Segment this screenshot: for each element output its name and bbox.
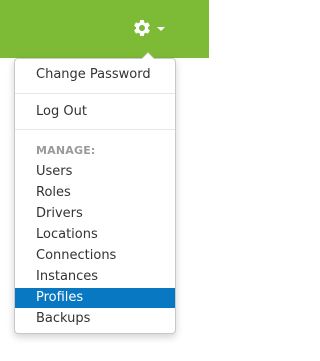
- menu-item-drivers[interactable]: Drivers: [15, 204, 175, 224]
- menu-item-log-out[interactable]: Log Out: [15, 102, 175, 122]
- manage-section-heading: MANAGE:: [36, 144, 96, 157]
- menu-divider: [15, 93, 175, 94]
- menu-item-users[interactable]: Users: [15, 162, 175, 182]
- menu-item-connections[interactable]: Connections: [15, 246, 175, 266]
- settings-menu-button[interactable]: [130, 14, 170, 44]
- menu-item-backups[interactable]: Backups: [15, 309, 175, 329]
- caret-down-icon: [157, 27, 165, 31]
- menu-item-roles[interactable]: Roles: [15, 183, 175, 203]
- gear-icon: [132, 18, 152, 38]
- menu-item-change-password[interactable]: Change Password: [15, 65, 175, 85]
- user-dropdown-menu: Change Password Log Out MANAGE: Users Ro…: [14, 52, 176, 334]
- top-bar: [0, 0, 209, 58]
- menu-item-profiles[interactable]: Profiles: [15, 288, 175, 308]
- menu-item-locations[interactable]: Locations: [15, 225, 175, 245]
- menu-divider: [15, 129, 175, 130]
- dropdown-pointer: [141, 52, 155, 59]
- menu-item-instances[interactable]: Instances: [15, 267, 175, 287]
